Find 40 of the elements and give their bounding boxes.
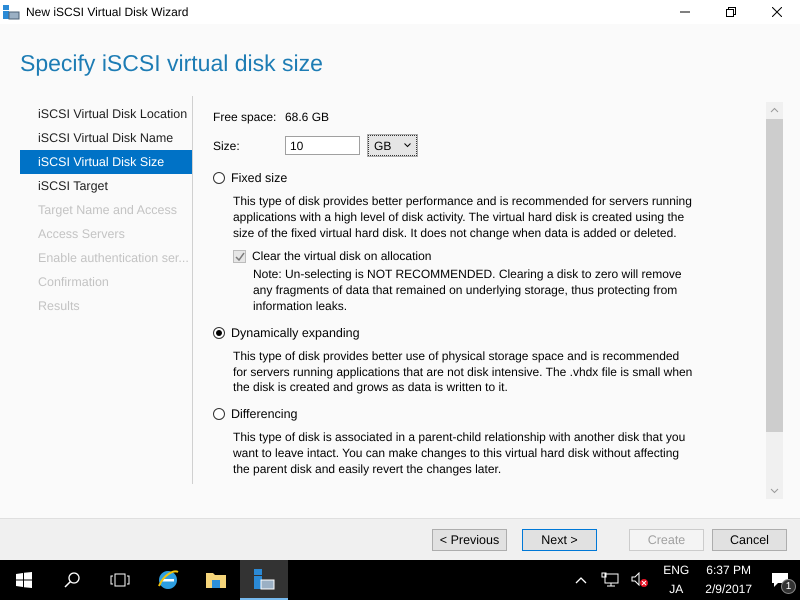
option-description: This type of disk is associated in a parent-child relationship with another disk that you want to leave intact. You can make changes to this virtual hard disk without affecting the parent disk and easily revert the changes later.	[233, 430, 686, 478]
wizard-button[interactable]: Cancel	[712, 528, 787, 550]
free-space-label: Free space:	[213, 110, 278, 124]
wizard-step[interactable]: iSCSI Target	[20, 174, 192, 198]
size-field[interactable]: 10	[285, 136, 360, 155]
option-description: This type of disk provides better use of physical storage space and is recommended for servers running applications that are not disk intensive. The .vhdx file is small when the disk is created and grows as data is written to it.	[233, 348, 694, 396]
folder-icon[interactable]	[205, 571, 227, 589]
wizard-step[interactable]: iSCSI Virtual Disk Location	[20, 102, 192, 126]
unit-dropdown[interactable]: GB	[368, 135, 417, 156]
muted-speaker-icon[interactable]	[631, 572, 650, 588]
close-icon[interactable]	[772, 7, 782, 17]
window-title: New iSCSI Virtual Disk Wizard	[26, 5, 190, 19]
size-label: Size:	[213, 138, 241, 152]
note-text: Note: Un-selecting is NOT RECOMMENDED. Clearing a disk to zero will remove any fragments of data that remained on underlying storage, thus protecting from information leaks.	[253, 267, 683, 315]
wizard-button[interactable]: Next >	[522, 528, 597, 550]
language-indicator[interactable]: ENG JA	[663, 561, 690, 599]
chevron-up-icon[interactable]	[575, 576, 588, 584]
wizard-step[interactable]: iSCSI Virtual Disk Name	[20, 126, 192, 150]
checkbox-label: Clear the virtual disk on allocation	[252, 249, 432, 264]
network-icon[interactable]	[601, 572, 620, 588]
search-icon[interactable]	[64, 572, 80, 588]
radio-option[interactable]: Differencing	[213, 404, 763, 424]
option-description: This type of disk provides better performance and is recommended for servers running applications with a high level of disk activity. The virtual hard disk is created using the size of the fixed virtual hard disk. It does not change when data is added or deleted.	[233, 194, 693, 242]
task-view-icon[interactable]	[110, 573, 130, 587]
server-toolbox-icon	[252, 567, 276, 591]
free-space-value: 68.6 GB	[285, 110, 330, 124]
taskbar-button[interactable]	[240, 560, 288, 600]
app-icon	[2, 4, 20, 20]
page-heading: Specify iSCSI virtual disk size	[19, 49, 324, 78]
restore-icon[interactable]	[726, 7, 736, 17]
clock[interactable]: 6:37 PM 2/9/2017	[705, 561, 752, 599]
wizard-step[interactable]: iSCSI Virtual Disk Size	[20, 150, 192, 174]
radio-option[interactable]: Dynamically expanding	[213, 322, 763, 343]
wizard-button[interactable]: < Previous	[432, 528, 507, 550]
windows-logo-icon[interactable]	[16, 572, 32, 588]
caret-icon	[404, 143, 411, 148]
checkmark-icon	[234, 252, 244, 261]
radio-option[interactable]: Fixed size	[213, 168, 763, 188]
notification-count: 1	[781, 579, 796, 594]
browser-icon[interactable]	[156, 568, 180, 592]
